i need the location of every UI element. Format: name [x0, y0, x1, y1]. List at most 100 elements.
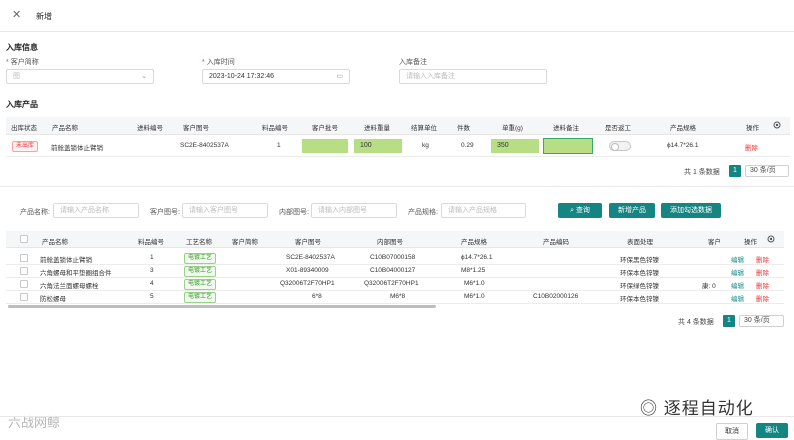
note-input[interactable] — [543, 138, 593, 154]
intime-picker[interactable]: 2023-10-24 17:32:46 ▭ — [202, 69, 350, 84]
filter-spec-label: 产品规格: — [408, 209, 438, 216]
section-info-title: 入库信息 — [6, 43, 38, 52]
edit-link[interactable]: 编辑 — [731, 293, 744, 303]
table-row: 前舱盖锁体止臂销 1 电镀工艺 SC2E-8402537A C10B070001… — [6, 252, 784, 265]
th-drawing: 客户图号 — [183, 125, 209, 132]
select-all-checkbox[interactable] — [20, 235, 28, 243]
weight-input[interactable]: 100 — [354, 139, 402, 153]
products-table-row: 未出库 前舱盖锁体止臂销 SC2E-8402537A 1 100 kg 0.29… — [6, 135, 790, 157]
cell-cdraw: 6*8 — [312, 293, 322, 300]
process-tag: 电镀工艺 — [184, 279, 217, 290]
cell-surf: 环保本色锌镍 — [620, 270, 659, 277]
horizontal-scrollbar[interactable] — [8, 305, 436, 308]
cell-item-no: 1 — [277, 142, 281, 149]
th2-no: 料品编号 — [138, 239, 164, 246]
cell-count: 0.29 — [461, 142, 474, 149]
delete-link[interactable]: 删除 — [756, 293, 769, 303]
filter-inner-input[interactable]: 请输入内部图号 — [311, 203, 397, 218]
th-code: 进料编号 — [137, 125, 163, 132]
row-checkbox[interactable] — [20, 267, 28, 275]
add-selected-button[interactable]: 添加勾选数据 — [661, 203, 721, 218]
edit-link[interactable]: 编辑 — [731, 267, 744, 277]
pager-total: 共 1 条数据 — [684, 169, 720, 176]
cell-idraw: C10B04000127 — [370, 267, 416, 274]
catalog-table-header: 产品名称 料品编号 工艺名称 客户简称 客户图号 内部图号 产品规格 产品编码 … — [6, 231, 784, 248]
modal-title: 新增 — [36, 12, 52, 21]
cell-idraw: M6*8 — [390, 293, 406, 300]
products-table-header: 出库状态 产品名称 进料编号 客户图号 料品编号 客户批号 进料重量 结算单位 … — [6, 117, 790, 135]
cell-spec: ϕ14.7*26.1 — [461, 254, 493, 261]
pager-total: 共 4 条数据 — [678, 319, 714, 326]
edit-link[interactable]: 编辑 — [731, 280, 744, 290]
pager-page-1[interactable]: 1 — [729, 165, 741, 177]
unit-weight-input[interactable]: 350 — [491, 139, 539, 153]
table-row: 防松螺母 5 电镀工艺 6*8 M6*8 M6*1.0 C10B02000126… — [6, 291, 784, 304]
pager-size-select[interactable]: 30 条/页 — [739, 315, 784, 327]
cell-no: 5 — [150, 293, 154, 300]
pager-size-select[interactable]: 30 条/页 — [745, 165, 789, 177]
th-item-no: 料品编号 — [262, 125, 288, 132]
filter-spec-input[interactable]: 请输入产品规格 — [441, 203, 526, 218]
row-checkbox[interactable] — [20, 280, 28, 288]
cell-unit: kg — [422, 142, 429, 149]
cancel-button[interactable]: 取消 — [716, 423, 748, 440]
filter-cust-input[interactable]: 请输入客户图号 — [182, 203, 268, 218]
th2-name: 产品名称 — [42, 239, 68, 246]
cell-spec: ϕ14.7*26.1 — [667, 142, 699, 149]
filter-name-input[interactable]: 请输入产品名称 — [53, 203, 139, 218]
remark-label: 入库备注 — [399, 59, 427, 66]
process-tag: 电镀工艺 — [184, 292, 217, 303]
table-row: 六角法兰面螺母螺栓 4 电镀工艺 Q32006T2F70HP1 Q32006T2… — [6, 278, 784, 291]
pager-page-1[interactable]: 1 — [723, 315, 735, 327]
divider — [0, 186, 794, 187]
edit-link[interactable]: 编辑 — [731, 254, 744, 264]
delete-link[interactable]: 删除 — [756, 254, 769, 264]
confirm-button[interactable]: 确认 — [756, 423, 788, 438]
rework-toggle[interactable] — [609, 141, 631, 151]
cell-pcode: C10B02000126 — [533, 293, 579, 300]
new-product-button[interactable]: 新增产品 — [609, 203, 655, 218]
search-button[interactable]: ⌕ 查询 — [558, 203, 602, 218]
modal-header: ✕ 新增 — [0, 0, 794, 32]
cell-cdraw: Q32006T2F70HP1 — [280, 280, 335, 287]
table-row: 六角螺母和平垫圈组合件 3 电镀工艺 X01-89340009 C10B0400… — [6, 265, 784, 278]
settings-gear-icon[interactable] — [772, 120, 782, 130]
th2-cust: 客户简称 — [232, 239, 258, 246]
th-name: 产品名称 — [52, 125, 78, 132]
th-rework: 是否返工 — [605, 125, 631, 132]
th-weight: 进料重量 — [364, 125, 390, 132]
section-products-title: 入库产品 — [6, 100, 38, 109]
batch-input[interactable] — [302, 139, 348, 153]
cell-spec: M8*1.25 — [461, 267, 486, 274]
th2-proc: 工艺名称 — [186, 239, 212, 246]
chevron-down-icon: ⌄ — [141, 73, 147, 80]
settings-gear-icon[interactable] — [766, 234, 776, 244]
customer-select[interactable]: 图 ⌄ — [6, 69, 154, 84]
th2-extra: 客户 — [708, 239, 721, 246]
th2-cdraw: 客户图号 — [295, 239, 321, 246]
close-icon[interactable]: ✕ — [12, 8, 21, 21]
delete-link[interactable]: 删除 — [756, 267, 769, 277]
th2-idraw: 内部图号 — [377, 239, 403, 246]
row-checkbox[interactable] — [20, 293, 28, 301]
process-tag: 电镀工艺 — [184, 253, 217, 264]
process-tag: 电镀工艺 — [184, 266, 217, 277]
cell-idraw: Q32006T2F70HP1 — [364, 280, 419, 287]
cell-drawing: SC2E-8402537A — [180, 142, 229, 149]
cell-no: 3 — [150, 267, 154, 274]
cell-spec: M6*1.0 — [464, 280, 485, 287]
filter-cust-label: 客户图号: — [150, 209, 180, 216]
cell-no: 1 — [150, 254, 154, 261]
filter-inner-label: 内部图号: — [279, 209, 309, 216]
cell-surf: 环保本色锌镍 — [620, 296, 659, 303]
delete-link[interactable]: 删除 — [756, 280, 769, 290]
cell-surf: 环保绿色锌镍 — [620, 283, 659, 290]
cell-name: 六角法兰面螺母螺栓 — [40, 283, 99, 290]
th-batch: 客户批号 — [312, 125, 338, 132]
cell-idraw: C10B07000158 — [370, 254, 416, 261]
th-note: 进料备注 — [553, 125, 579, 132]
row-checkbox[interactable] — [20, 254, 28, 262]
remark-input[interactable]: 请输入入库备注 — [399, 69, 547, 84]
delete-link[interactable]: 删除 — [745, 142, 758, 152]
th-spec: 产品规格 — [670, 125, 696, 132]
